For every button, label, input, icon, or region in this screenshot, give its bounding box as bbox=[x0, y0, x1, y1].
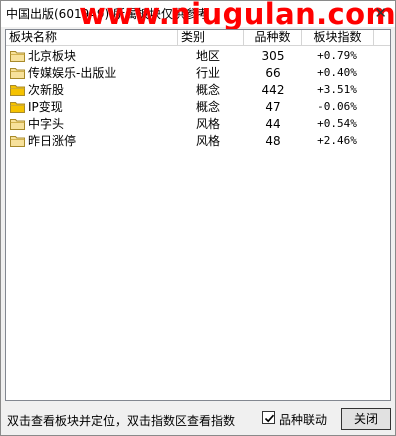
row-category: 行业 bbox=[196, 66, 221, 80]
row-index: +0.79% bbox=[317, 49, 357, 62]
table-row[interactable]: 昨日涨停 风格 48 +2.46% bbox=[6, 132, 390, 150]
row-count: 66 bbox=[265, 66, 281, 80]
row-count: 48 bbox=[265, 134, 281, 148]
folder-icon bbox=[10, 119, 25, 130]
row-category: 概念 bbox=[196, 100, 221, 114]
close-icon[interactable]: ✕ bbox=[374, 4, 387, 22]
hint-text: 双击查看板块并定位，双击指数区查看指数 bbox=[7, 414, 236, 428]
linkage-label[interactable]: 品种联动 bbox=[279, 411, 327, 428]
row-name: 北京板块 bbox=[28, 49, 77, 63]
column-header-category[interactable]: 类别 bbox=[178, 30, 244, 46]
row-count: 47 bbox=[265, 100, 281, 114]
folder-icon bbox=[10, 51, 25, 62]
status-bar: 双击查看板块并定位，双击指数区查看指数 品种联动 关闭 bbox=[1, 403, 395, 435]
row-index: +3.51% bbox=[317, 83, 357, 96]
row-category: 风格 bbox=[196, 134, 221, 148]
folder-icon bbox=[10, 102, 25, 113]
table-row[interactable]: 中字头 风格 44 +0.54% bbox=[6, 115, 390, 133]
row-name: IP变现 bbox=[28, 100, 63, 114]
folder-icon bbox=[10, 68, 25, 79]
row-name: 次新股 bbox=[28, 83, 65, 97]
sector-dialog: 中国出版(601949) 所属板块仅供参考 www.niugulan.com ✕… bbox=[0, 0, 396, 436]
check-icon bbox=[264, 414, 275, 423]
column-header-name[interactable]: 板块名称 bbox=[6, 30, 178, 46]
table-row[interactable]: 传媒娱乐-出版业 行业 66 +0.40% bbox=[6, 64, 390, 82]
row-index: -0.06% bbox=[317, 100, 357, 113]
row-count: 44 bbox=[265, 117, 281, 131]
table-row[interactable]: 北京板块 地区 305 +0.79% bbox=[6, 47, 390, 65]
row-name: 昨日涨停 bbox=[28, 134, 77, 148]
folder-icon bbox=[10, 85, 25, 96]
row-name: 传媒娱乐-出版业 bbox=[28, 66, 117, 80]
row-category: 地区 bbox=[196, 49, 221, 63]
row-index: +2.46% bbox=[317, 134, 357, 147]
table-row[interactable]: 次新股 概念 442 +3.51% bbox=[6, 81, 390, 99]
row-name: 中字头 bbox=[28, 117, 65, 131]
title-bar: 中国出版(601949) 所属板块仅供参考 www.niugulan.com ✕ bbox=[1, 0, 396, 31]
linkage-checkbox[interactable] bbox=[262, 411, 275, 424]
row-index: +0.54% bbox=[317, 117, 357, 130]
watermark-text: www.niugulan.com bbox=[79, 0, 396, 31]
row-category: 概念 bbox=[196, 83, 221, 97]
sector-list[interactable]: 板块名称 类别 品种数 板块指数 北京板块 地区 305 +0.79% 传媒娱乐-出版业… bbox=[5, 29, 391, 401]
table-row[interactable]: IP变现 概念 47 -0.06% bbox=[6, 98, 390, 116]
row-category: 风格 bbox=[196, 117, 221, 131]
table-header: 板块名称 类别 品种数 板块指数 bbox=[6, 30, 390, 46]
close-button[interactable]: 关闭 bbox=[341, 408, 391, 430]
row-count: 442 bbox=[261, 83, 285, 97]
row-index: +0.40% bbox=[317, 66, 357, 79]
row-count: 305 bbox=[261, 49, 285, 63]
column-header-index[interactable]: 板块指数 bbox=[302, 30, 374, 46]
folder-icon bbox=[10, 136, 25, 147]
column-header-count[interactable]: 品种数 bbox=[244, 30, 302, 46]
